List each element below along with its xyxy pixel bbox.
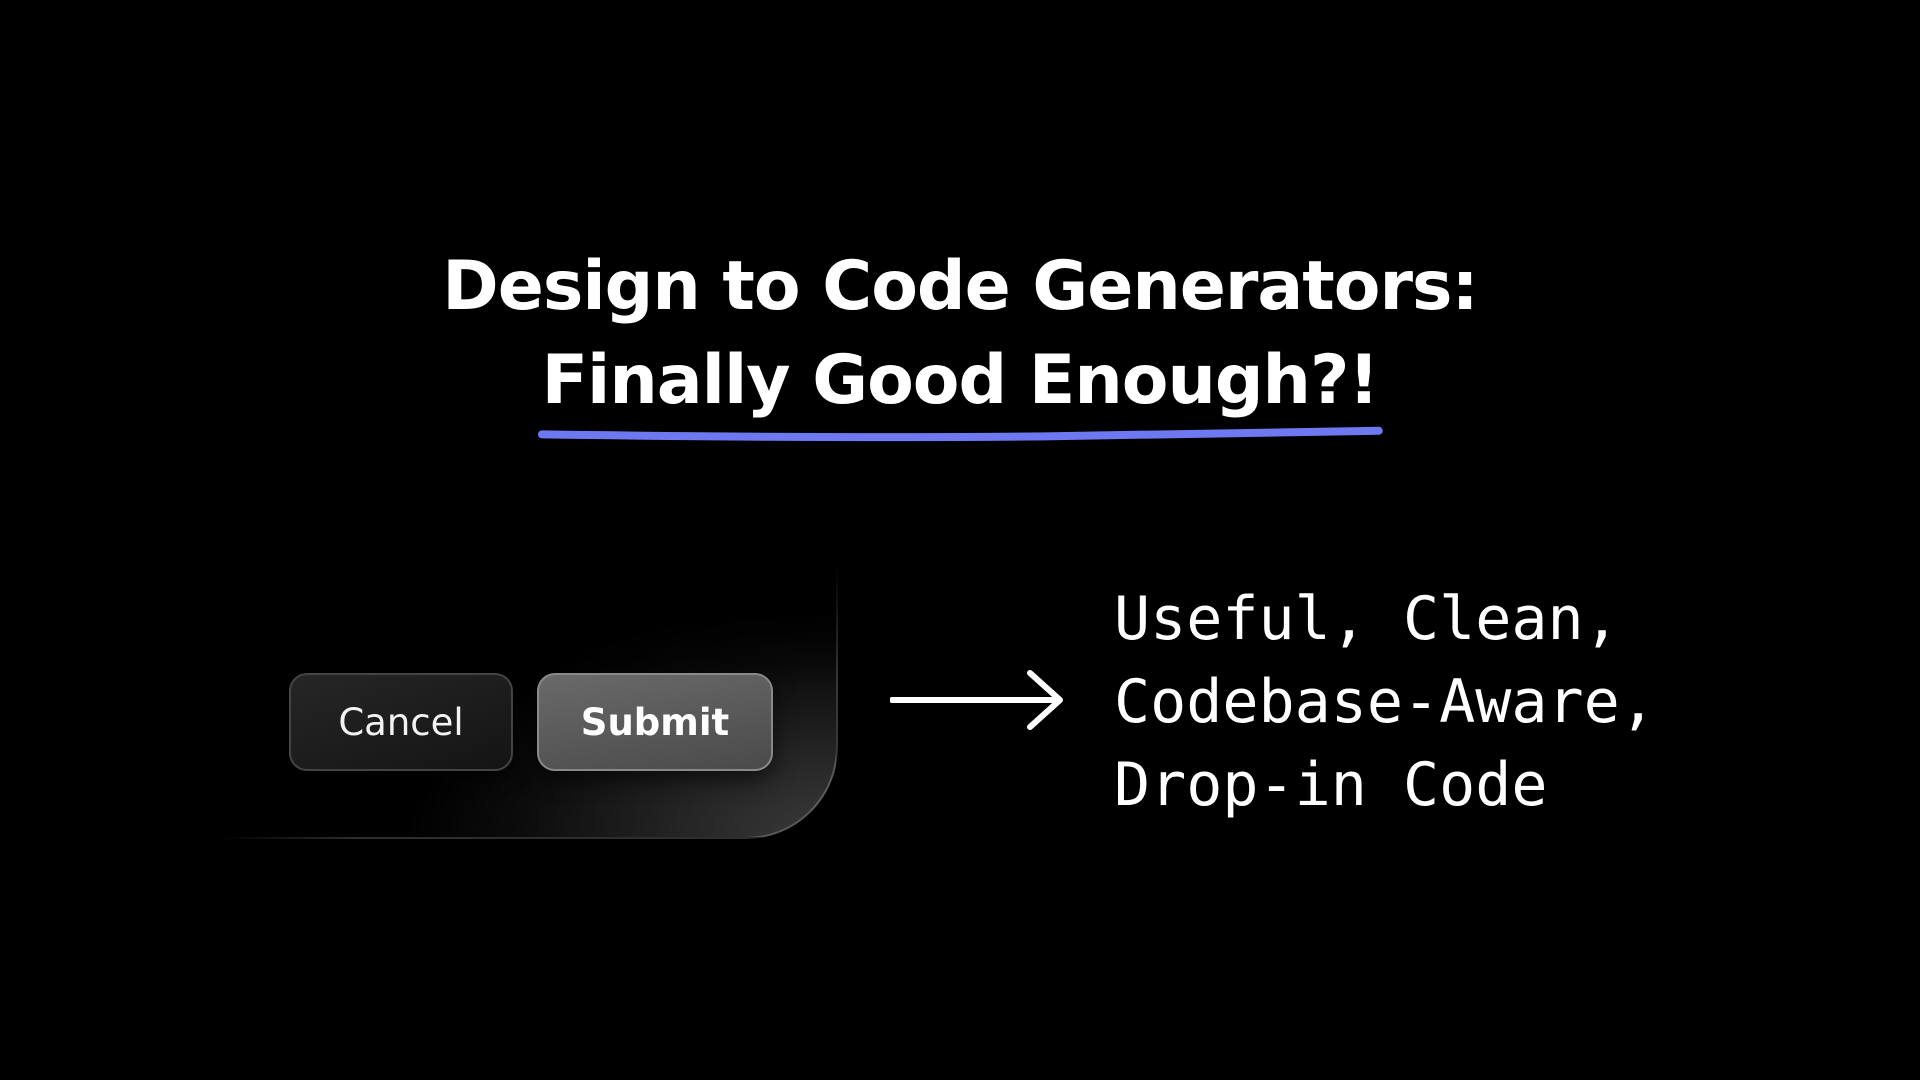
headline-line-2: Finally Good Enough?! bbox=[541, 341, 1380, 420]
headline: Design to Code Generators: Finally Good … bbox=[0, 240, 1920, 428]
features-list: Useful, Clean, Codebase-Aware, Drop-in C… bbox=[1114, 578, 1656, 827]
submit-button[interactable]: Submit bbox=[537, 673, 773, 771]
headline-line-1: Design to Code Generators: bbox=[442, 247, 1478, 326]
cancel-button[interactable]: Cancel bbox=[289, 673, 513, 771]
feature-line: Drop-in Code bbox=[1114, 750, 1548, 820]
feature-line: Codebase-Aware, bbox=[1114, 667, 1656, 737]
headline-line-2-wrapper: Finally Good Enough?! bbox=[542, 334, 1379, 428]
highlight-underline bbox=[542, 420, 1379, 444]
panel-top-fade bbox=[222, 565, 842, 685]
right-arrow-icon bbox=[890, 670, 1063, 730]
feature-line: Useful, Clean, bbox=[1114, 584, 1620, 654]
